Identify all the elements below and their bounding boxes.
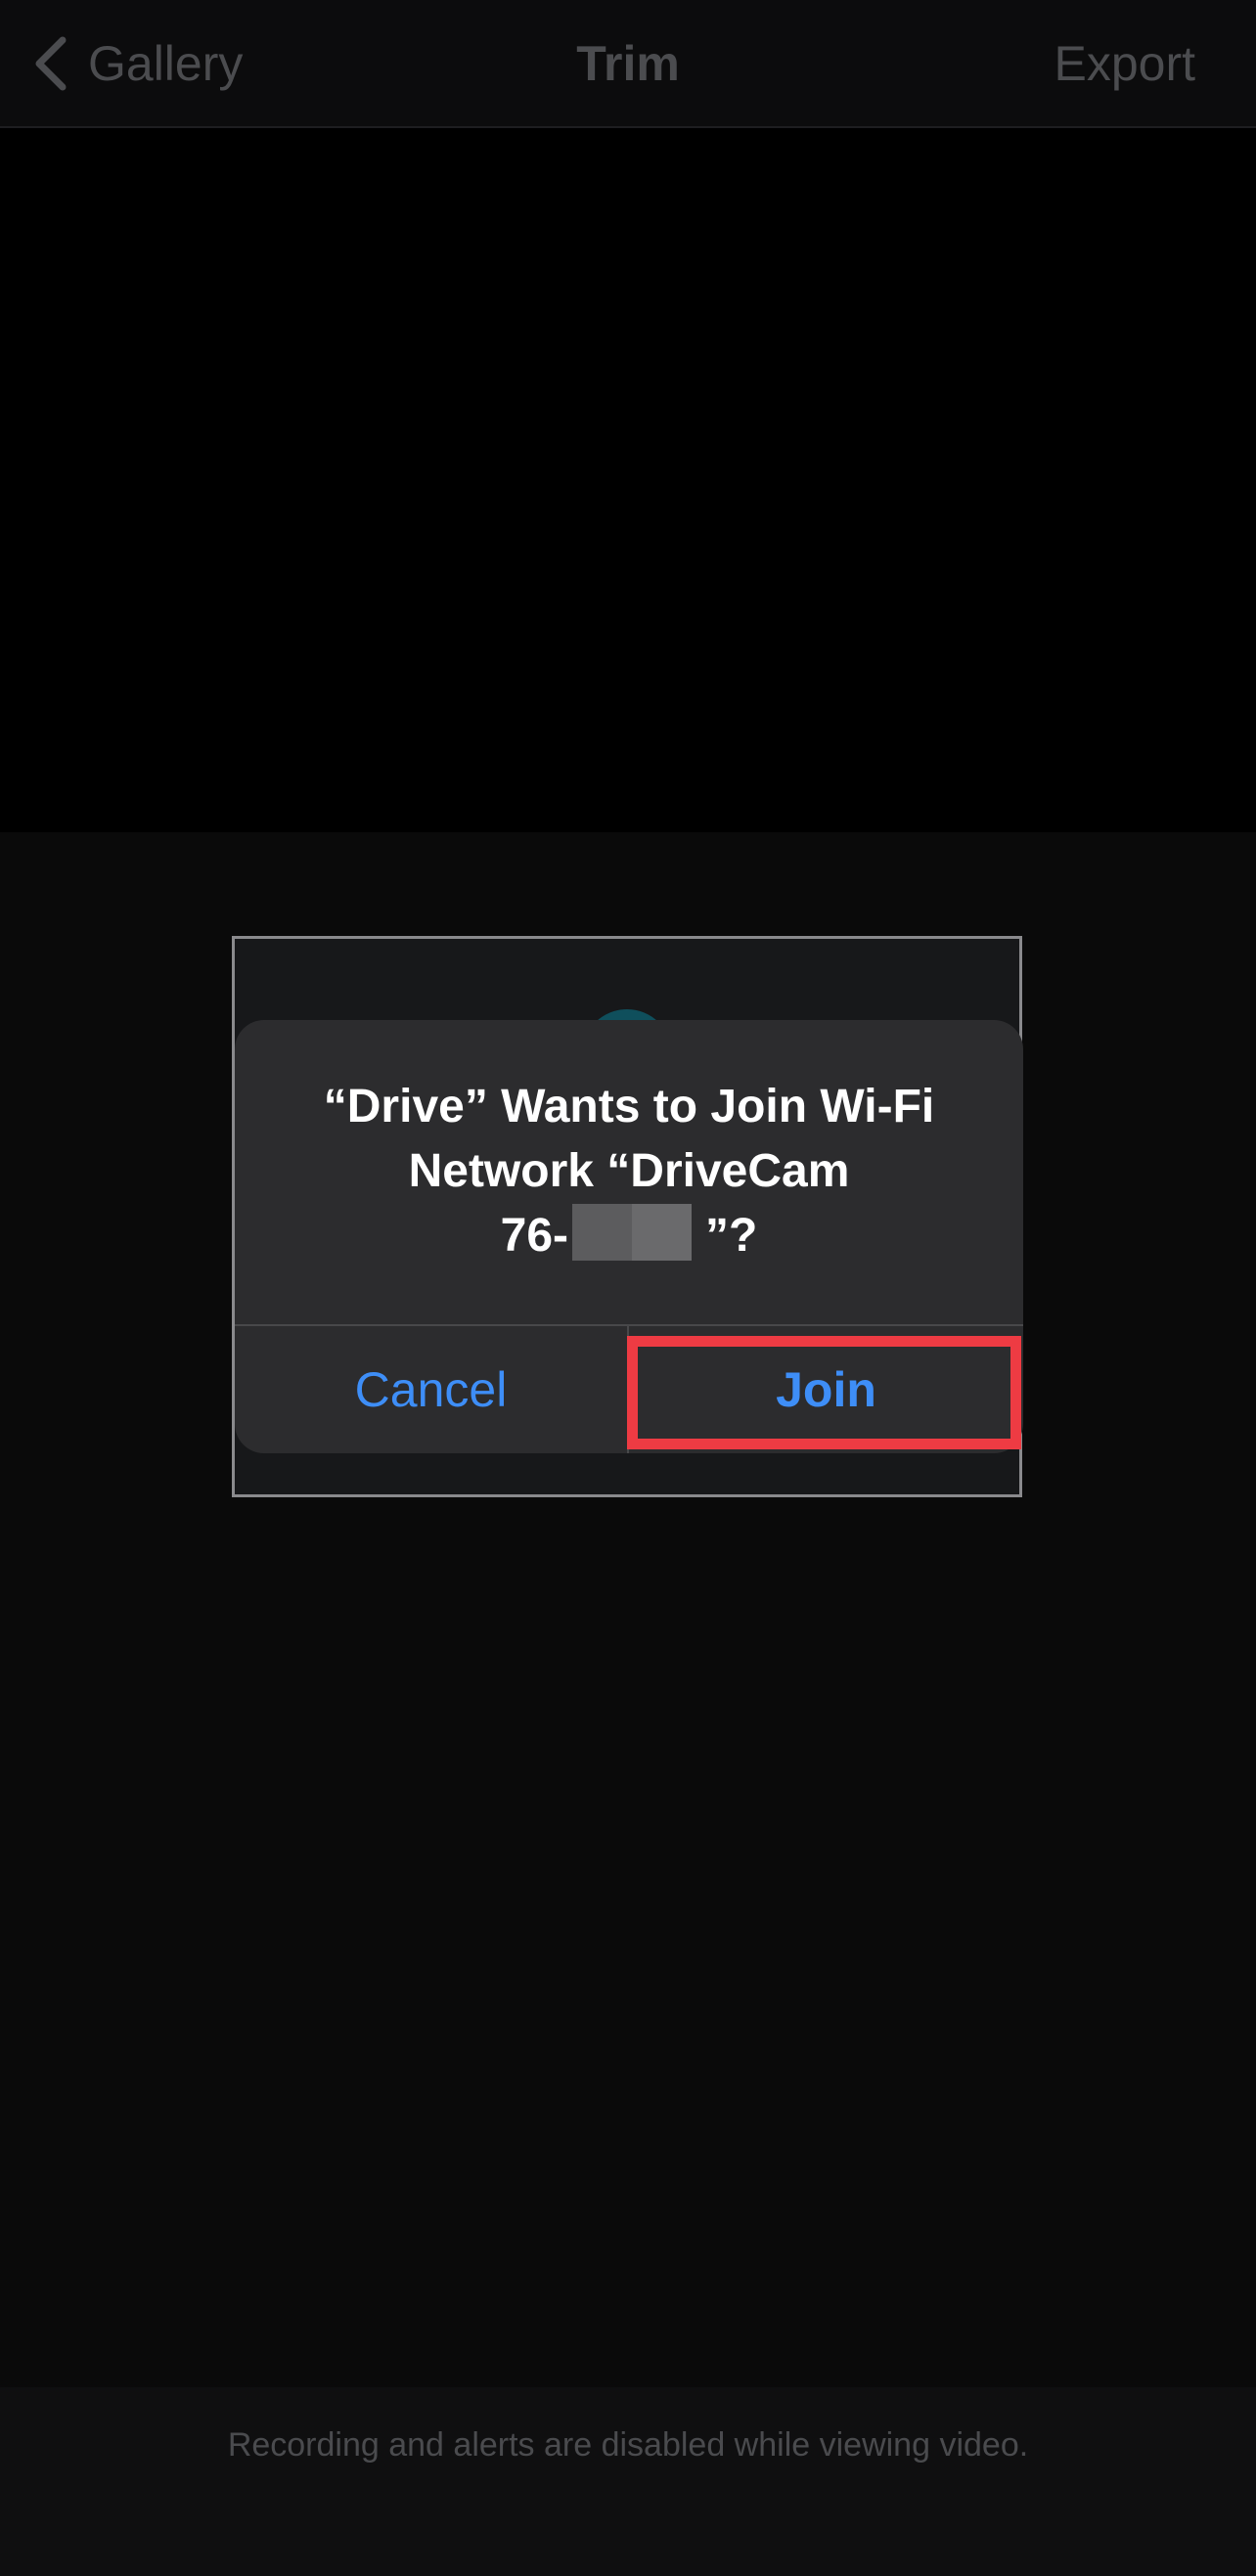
back-button-label: Gallery [88,36,244,91]
page-title: Trim [576,36,680,91]
cancel-button[interactable]: Cancel [235,1326,627,1453]
network-id-suffix: ”? [705,1210,758,1262]
footer-bar: Recording and alerts are disabled while … [0,2387,1256,2576]
alert-title: “Drive” Wants to Join Wi-Fi Network “Dri… [274,1075,984,1268]
navigation-bar: Gallery Trim Export [0,0,1256,128]
alert-title-line-1: “Drive” Wants to Join Wi-Fi [323,1081,935,1133]
redacted-network-id [572,1204,693,1261]
alert-title-line-3: 76- ”? [274,1204,984,1268]
back-button[interactable]: Gallery [29,29,243,98]
video-player-area [0,128,1256,832]
wifi-join-alert: “Drive” Wants to Join Wi-Fi Network “Dri… [235,1020,1023,1453]
chevron-left-icon [35,36,67,91]
export-button[interactable]: Export [1054,29,1195,98]
join-button[interactable]: Join [629,1326,1023,1453]
network-id-prefix: 76- [500,1210,569,1262]
alert-title-line-2: Network “DriveCam [408,1145,850,1197]
recording-disabled-notice: Recording and alerts are disabled while … [227,2426,1029,2464]
